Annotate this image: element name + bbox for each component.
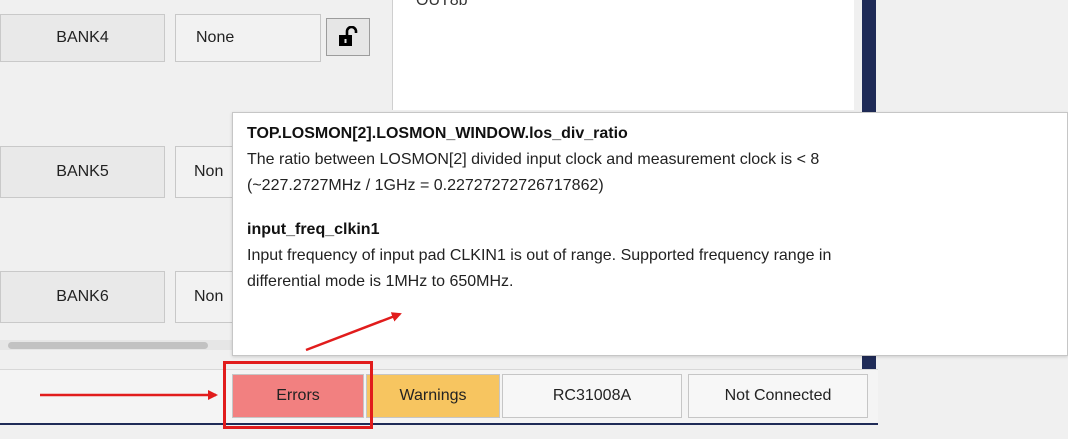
arrow-to-tooltip [305,312,402,352]
annotation-arrows [40,312,402,400]
